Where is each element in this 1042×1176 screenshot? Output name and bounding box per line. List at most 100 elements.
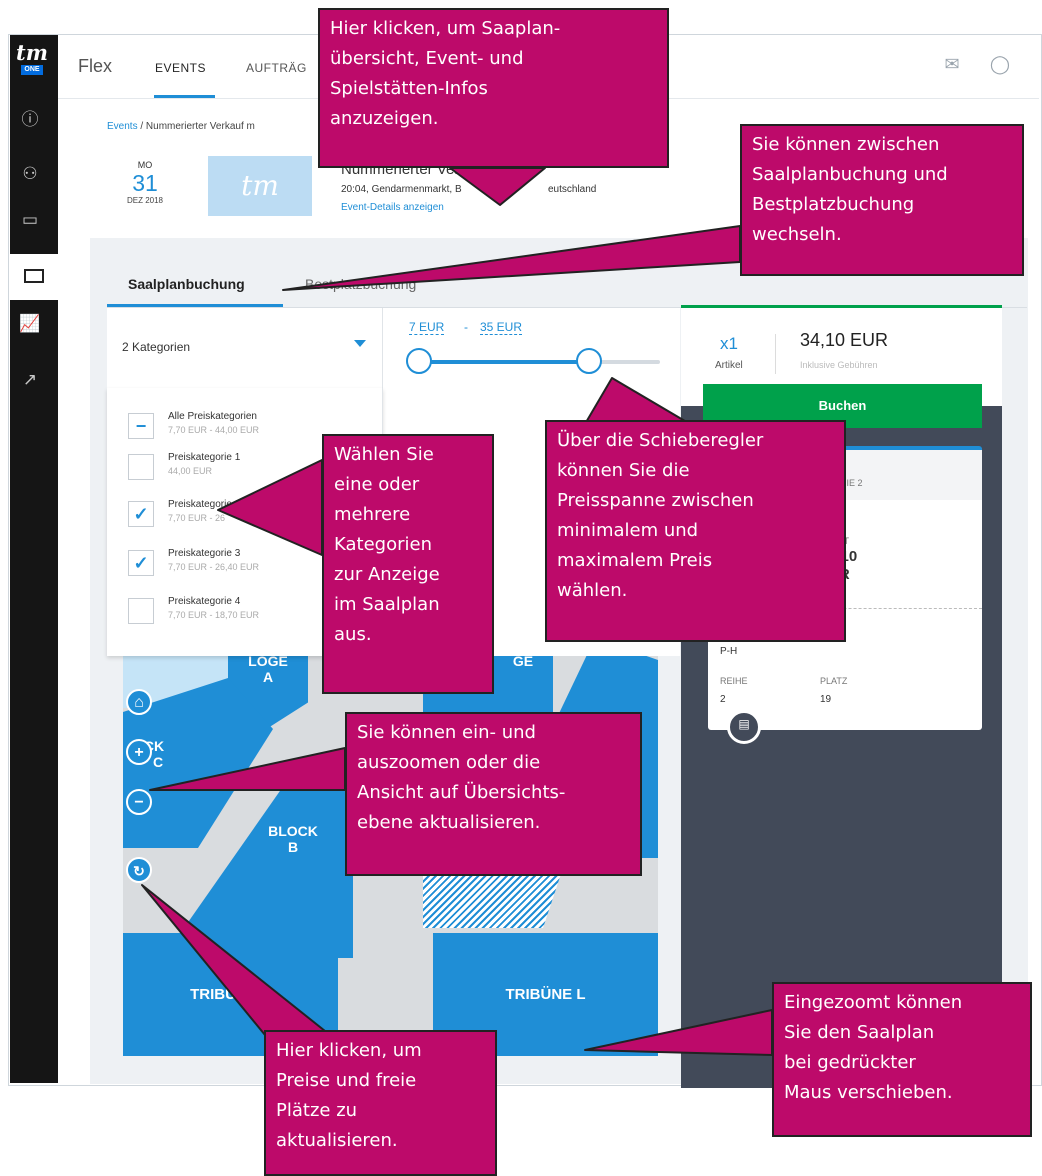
- cart-divider: [775, 334, 776, 374]
- cart-total: 34,10 EUR: [800, 330, 889, 350]
- event-subtitle: 20:04, Gendarmenmarkt, B: [341, 184, 462, 195]
- export-icon[interactable]: ↗: [16, 366, 44, 394]
- price-max-handle[interactable]: [575, 348, 602, 374]
- annotation-line: übersicht, Event- und: [330, 48, 524, 69]
- home-icon[interactable]: ⌂: [126, 689, 152, 715]
- category-name: Alle Preiskategorien: [168, 411, 257, 422]
- price-max-label[interactable]: 35 EUR: [480, 320, 523, 335]
- tab-best-seat-booking[interactable]: Bestplatzbuchung: [305, 276, 416, 292]
- annotation-pan-map: Eingezoomt können Sie den Saalplan bei ged…: [772, 982, 1032, 1137]
- nav-events[interactable]: EVENTS: [155, 61, 206, 75]
- annotation-line: Sie können ein- und: [357, 722, 536, 743]
- annotation-categories: Wählen Sie eine oder mehrere Kategorien zur …: [322, 434, 494, 694]
- ticket-seat: 19: [820, 694, 832, 705]
- annotation-switch-booking: Sie können zwischen Saalplanbuchung und Be…: [740, 124, 1024, 276]
- annotation-line: Über die Schieberegler: [557, 430, 764, 451]
- category-checkbox[interactable]: ✓: [128, 550, 154, 576]
- annotation-line: ebene aktualisieren.: [357, 812, 541, 833]
- brand-name: Flex: [78, 56, 113, 76]
- annotation-line: Preise und freie: [276, 1070, 417, 1091]
- event-month-year: DEZ 2018: [126, 196, 164, 205]
- card-icon: [24, 269, 44, 283]
- annotation-line: Maus verschieben.: [784, 1082, 953, 1103]
- event-subtitle-end: eutschland: [548, 184, 597, 195]
- annotation-line: bei gedrückter: [784, 1052, 916, 1073]
- annotation-line: aktualisieren.: [276, 1130, 398, 1151]
- annotation-line: maximalem Preis: [557, 550, 713, 571]
- event-date: MO 31 DEZ 2018: [118, 160, 172, 205]
- annotation-line: auszoomen oder die: [357, 752, 541, 773]
- annotation-line: Hier klicken, um Saaplan-: [330, 18, 561, 39]
- ticket-row-label: REIHE: [720, 676, 748, 686]
- tm-logo[interactable]: tm ONE: [15, 42, 49, 82]
- block-c-label-1: OCK: [133, 738, 273, 754]
- annotation-price-slider: Über die Schieberegler können Sie die Prei…: [545, 420, 846, 642]
- logo-sub: ONE: [21, 65, 43, 75]
- category-price-range: 7,70 EUR - 44,00 EUR: [168, 425, 260, 435]
- annotation-line: mehrere: [334, 504, 411, 525]
- price-min-label[interactable]: 7 EUR: [409, 320, 445, 335]
- cart-quantity-label: Artikel: [715, 360, 743, 371]
- annotation-line: zur Anzeige: [334, 564, 440, 585]
- category-checkbox[interactable]: [128, 598, 154, 624]
- category-name: Preiskategorie 1: [168, 452, 241, 463]
- category-name: Preiskategorie 3: [168, 548, 241, 559]
- sidebar: [10, 35, 58, 1083]
- breadcrumb-rest: / Nummerierter Verkauf m: [137, 121, 255, 132]
- event-dow: MO: [137, 160, 153, 170]
- refresh-icon[interactable]: ↻: [126, 857, 152, 883]
- category-checkbox[interactable]: ✓: [128, 501, 154, 527]
- annotation-line: Spielstätten-Infos: [330, 78, 488, 99]
- zoom-in-icon[interactable]: +: [126, 739, 152, 765]
- chevron-down-icon[interactable]: [354, 340, 366, 347]
- annotation-line: Kategorien: [334, 534, 432, 555]
- annotation-line: anzuzeigen.: [330, 108, 439, 129]
- sidebar-item-sales[interactable]: [10, 254, 58, 300]
- block-b-label-1: BLOCK: [268, 823, 318, 839]
- loge-a-label-2: A: [262, 669, 274, 685]
- category-price-range: 7,70 EUR - 18,70 EUR: [168, 610, 260, 620]
- tab-active-underline: [107, 304, 283, 307]
- event-image: tm: [208, 156, 312, 216]
- annotation-line: Bestplatzbuchung: [752, 194, 915, 215]
- category-checkbox[interactable]: [128, 454, 154, 480]
- tab-seatmap-booking[interactable]: Saalplanbuchung: [128, 276, 245, 292]
- annotation-line: Plätze zu: [276, 1100, 358, 1121]
- user-icon[interactable]: ◯: [988, 52, 1012, 76]
- block-c-label-2: C: [153, 754, 164, 770]
- cart-fees-note: Inklusive Gebühren: [800, 360, 878, 370]
- ticket-block: P-H: [720, 646, 738, 657]
- annotation-zoom: Sie können ein- und auszoomen oder die Ans…: [345, 712, 642, 876]
- trash-icon[interactable]: ▤: [727, 710, 761, 744]
- annotation-line: Preisspanne zwischen: [557, 490, 754, 511]
- category-price-range: 7,70 EUR - 26,40 EUR: [168, 562, 260, 572]
- category-checkbox[interactable]: −: [128, 413, 154, 439]
- category-select-value[interactable]: 2 Kategorien: [122, 340, 190, 354]
- chat-icon[interactable]: ✉: [940, 52, 964, 76]
- price-min-handle[interactable]: [405, 348, 432, 374]
- breadcrumb-events-link[interactable]: Events: [107, 121, 138, 132]
- price-separator: -: [464, 320, 468, 334]
- block-b-label-2: B: [287, 839, 299, 855]
- annotation-seatmap-info: Hier klicken, um Saaplan-übersicht, Even…: [318, 8, 669, 168]
- category-name: Preiskategorie 4: [168, 596, 241, 607]
- ticket-seat-label: PLATZ: [820, 676, 848, 686]
- category-price-range: 7,70 EUR - 26: [168, 513, 226, 523]
- zoom-out-icon[interactable]: −: [126, 789, 152, 815]
- chart-icon[interactable]: 📈: [16, 310, 44, 338]
- ticket-row: 2: [720, 694, 726, 705]
- info-icon[interactable]: ⓘ: [16, 106, 44, 134]
- ticket-icon[interactable]: ▭: [16, 206, 44, 234]
- breadcrumb: Events / Nummerierter Verkauf m: [107, 121, 255, 132]
- annotation-line: minimalem und: [557, 520, 699, 541]
- annotation-line: Sie können zwischen: [752, 134, 940, 155]
- event-details-link[interactable]: Event-Details anzeigen: [341, 202, 444, 213]
- annotation-line: Ansicht auf Übersichts-: [357, 782, 566, 803]
- annotation-line: aus.: [334, 624, 372, 645]
- cart-quantity: x1: [720, 334, 738, 353]
- nav-events-underline: [154, 95, 215, 98]
- people-icon[interactable]: ⚇: [16, 160, 44, 188]
- price-slider-fill: [418, 360, 589, 364]
- nav-orders[interactable]: AUFTRÄG: [246, 61, 307, 75]
- annotation-line: im Saalplan: [334, 594, 440, 615]
